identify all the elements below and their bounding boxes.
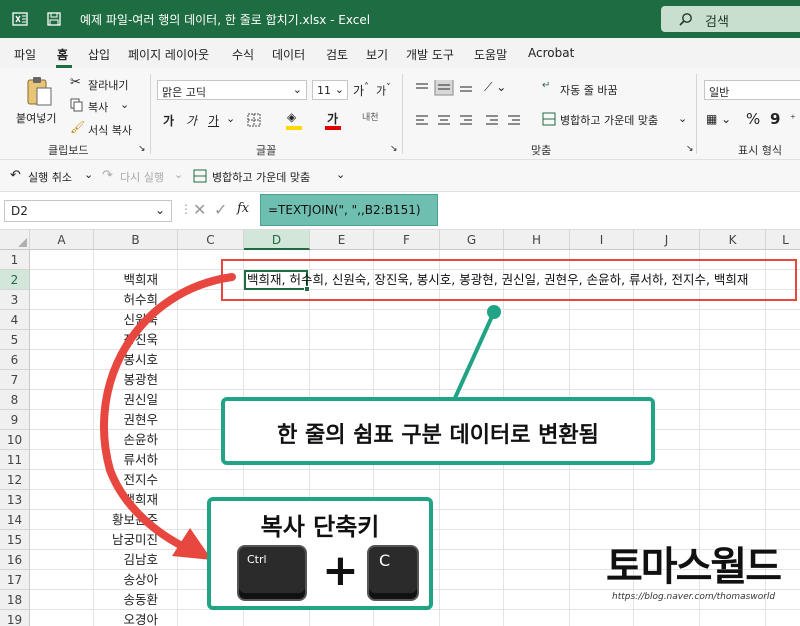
result-callout-text: 한 줄의 쉼표 구분 데이터로 변환됨 xyxy=(277,423,599,448)
copy-shortcut-callout: 복사 단축키 Ctrl + C xyxy=(207,497,433,610)
plus-sign: + xyxy=(322,545,359,596)
brand-watermark: 토마스월드 xyxy=(606,544,782,590)
c-key-label: C xyxy=(379,551,391,570)
ctrl-key: Ctrl xyxy=(237,545,307,601)
copy-shortcut-title: 복사 단축키 xyxy=(260,513,380,541)
result-callout: 한 줄의 쉼표 구분 데이터로 변환됨 xyxy=(221,397,655,465)
ctrl-key-label: Ctrl xyxy=(247,553,267,566)
teal-pointer-dot xyxy=(487,305,501,319)
c-key: C xyxy=(367,545,419,601)
brand-url: https://blog.naver.com/thomasworld xyxy=(612,592,776,602)
teal-pointer-line xyxy=(453,311,496,399)
